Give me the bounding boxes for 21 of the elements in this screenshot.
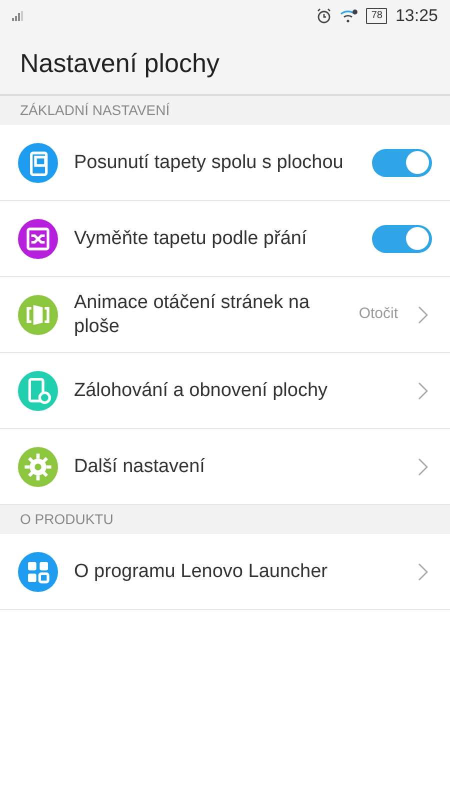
signal-icon bbox=[12, 11, 26, 21]
chevron-right-icon[interactable] bbox=[418, 306, 428, 324]
setting-label: Animace otáčení stránek na ploše bbox=[74, 290, 311, 338]
chevron-right-icon[interactable] bbox=[418, 382, 428, 400]
section-header: ZÁKLADNÍ NASTAVENÍ bbox=[20, 101, 170, 120]
setting-label: Zálohování a obnovení plochy bbox=[74, 378, 329, 402]
page-title: Nastavení plochy bbox=[20, 46, 220, 80]
toggle-switch[interactable] bbox=[372, 224, 432, 252]
alarm-clock-icon bbox=[316, 8, 332, 24]
battery-indicator: 78 bbox=[366, 8, 388, 24]
setting-value: Otočit bbox=[358, 304, 398, 324]
chevron-right-icon[interactable] bbox=[418, 562, 428, 580]
wifi-icon bbox=[340, 8, 358, 24]
setting-label: Vyměňte tapetu podle přání bbox=[74, 226, 308, 250]
setting-label: Další nastavení bbox=[74, 454, 206, 478]
toggle-switch[interactable] bbox=[372, 148, 432, 176]
clock-time: 13:25 bbox=[395, 5, 438, 28]
setting-label: Posunutí tapety spolu s plochou bbox=[74, 150, 344, 174]
chevron-right-icon[interactable] bbox=[418, 458, 428, 476]
section-header: O PRODUKTU bbox=[20, 510, 114, 529]
setting-label: O programu Lenovo Launcher bbox=[74, 560, 328, 584]
